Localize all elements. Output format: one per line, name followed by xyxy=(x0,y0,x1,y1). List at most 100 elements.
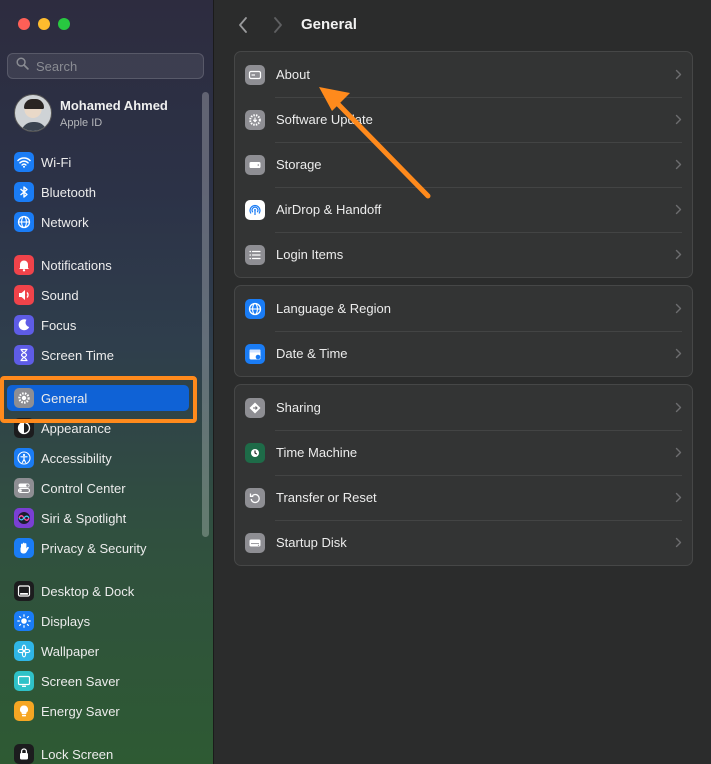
settings-row-airdrop-handoff[interactable]: AirDrop & Handoff xyxy=(235,187,692,232)
chevron-right-icon xyxy=(675,69,682,80)
settings-row-label: Transfer or Reset xyxy=(276,490,377,505)
sidebar-item-appearance[interactable]: Appearance xyxy=(7,415,189,441)
sidebar-item-label: Privacy & Security xyxy=(41,540,147,556)
moon-icon xyxy=(14,315,34,335)
globe-icon xyxy=(245,298,265,319)
gear-icon xyxy=(14,388,34,408)
settings-row-time-machine[interactable]: Time Machine xyxy=(235,430,692,475)
bluetooth-icon xyxy=(14,182,34,202)
chevron-right-icon xyxy=(675,537,682,548)
chevron-right-icon xyxy=(675,447,682,458)
sidebar-item-sound[interactable]: Sound xyxy=(7,282,189,308)
flower-icon xyxy=(14,641,34,661)
forward-button[interactable] xyxy=(270,15,286,35)
reset-icon xyxy=(245,487,265,508)
settings-row-transfer-or-reset[interactable]: Transfer or Reset xyxy=(235,475,692,520)
sidebar-item-accessibility[interactable]: Accessibility xyxy=(7,445,189,471)
settings-row-label: AirDrop & Handoff xyxy=(276,202,382,217)
settings-row-about[interactable]: About xyxy=(235,52,692,97)
sidebar-item-label: Wi-Fi xyxy=(41,154,72,170)
sidebar-item-wi-fi[interactable]: Wi-Fi xyxy=(7,149,189,175)
chevron-right-icon xyxy=(274,17,282,33)
sidebar-item-label: Accessibility xyxy=(41,450,112,466)
sidebar-item-screen-saver[interactable]: Screen Saver xyxy=(7,668,189,694)
main-pane: General About Software Update Storage AirDr… xyxy=(214,0,711,764)
list-icon xyxy=(245,244,265,265)
zoom-window-button[interactable] xyxy=(58,18,70,30)
sidebar-item-label: Energy Saver xyxy=(41,703,120,719)
apple-id-account[interactable]: Mohamed Ahmed Apple ID xyxy=(14,94,168,132)
sidebar-item-label: Network xyxy=(41,214,89,230)
sidebar-item-label: Appearance xyxy=(41,420,112,436)
sidebar: Mohamed Ahmed Apple ID Wi-Fi Bluetooth Net… xyxy=(0,0,214,764)
sidebar-scrollbar[interactable] xyxy=(202,92,209,537)
settings-row-label: About xyxy=(276,67,310,82)
disk-icon xyxy=(245,532,265,553)
search-input[interactable] xyxy=(36,58,196,74)
sidebar-item-bluetooth[interactable]: Bluetooth xyxy=(7,179,189,205)
airdrop-icon xyxy=(245,199,265,220)
settings-row-label: Time Machine xyxy=(276,445,358,460)
sidebar-item-general[interactable]: General xyxy=(7,385,189,411)
hourglass-icon xyxy=(14,345,34,365)
hand-icon xyxy=(14,538,34,558)
avatar xyxy=(14,94,52,132)
bulb-icon xyxy=(14,701,34,721)
back-button[interactable] xyxy=(235,15,251,35)
chevron-right-icon xyxy=(675,114,682,125)
screensaver-icon xyxy=(14,671,34,691)
settings-row-sharing[interactable]: Sharing xyxy=(235,385,692,430)
sidebar-item-privacy-security[interactable]: Privacy & Security xyxy=(7,535,189,561)
settings-row-label: Startup Disk xyxy=(276,535,347,550)
sidebar-item-label: Desktop & Dock xyxy=(41,583,135,599)
sidebar-item-label: General xyxy=(41,390,88,406)
sidebar-item-label: Displays xyxy=(41,613,91,629)
sidebar-item-label: Screen Time xyxy=(41,347,114,363)
bell-icon xyxy=(14,255,34,275)
sidebar-item-desktop-dock[interactable]: Desktop & Dock xyxy=(7,578,189,604)
minimize-window-button[interactable] xyxy=(38,18,50,30)
settings-row-label: Storage xyxy=(276,157,322,172)
settings-row-label: Language & Region xyxy=(276,301,391,316)
settings-group-sharing: Sharing Time Machine Transfer or Reset Star… xyxy=(234,384,693,566)
time-machine-icon xyxy=(245,442,265,463)
settings-row-label: Login Items xyxy=(276,247,344,262)
sidebar-item-notifications[interactable]: Notifications xyxy=(7,252,189,278)
close-window-button[interactable] xyxy=(18,18,30,30)
sidebar-item-network[interactable]: Network xyxy=(7,209,189,235)
sidebar-item-lock-screen[interactable]: Lock Screen xyxy=(7,741,189,764)
toggles-icon xyxy=(14,478,34,498)
sidebar-item-displays[interactable]: Displays xyxy=(7,608,189,634)
page-title: General xyxy=(301,16,357,33)
settings-row-startup-disk[interactable]: Startup Disk xyxy=(235,520,692,565)
chevron-right-icon xyxy=(675,492,682,503)
sidebar-item-label: Screen Saver xyxy=(41,673,120,689)
speaker-icon xyxy=(14,285,34,305)
search-field[interactable] xyxy=(7,53,204,79)
chevron-right-icon xyxy=(675,303,682,314)
lock-icon xyxy=(14,744,34,764)
siri-icon xyxy=(14,508,34,528)
dock-icon xyxy=(14,581,34,601)
sidebar-item-control-center[interactable]: Control Center xyxy=(7,475,189,501)
sidebar-item-wallpaper[interactable]: Wallpaper xyxy=(7,638,189,664)
toolbar: General xyxy=(214,0,711,50)
sidebar-item-focus[interactable]: Focus xyxy=(7,312,189,338)
sharing-icon xyxy=(245,397,265,418)
sidebar-item-siri-spotlight[interactable]: Siri & Spotlight xyxy=(7,505,189,531)
settings-row-software-update[interactable]: Software Update xyxy=(235,97,692,142)
settings-row-login-items[interactable]: Login Items xyxy=(235,232,692,277)
sun-icon xyxy=(14,611,34,631)
accessibility-icon xyxy=(14,448,34,468)
settings-row-date-time[interactable]: Date & Time xyxy=(235,331,692,376)
sidebar-item-label: Notifications xyxy=(41,257,112,273)
sidebar-item-energy-saver[interactable]: Energy Saver xyxy=(7,698,189,724)
storage-icon xyxy=(245,154,265,175)
settings-group-locale: Language & Region Date & Time xyxy=(234,285,693,377)
sidebar-item-screen-time[interactable]: Screen Time xyxy=(7,342,189,368)
settings-row-storage[interactable]: Storage xyxy=(235,142,692,187)
chevron-right-icon xyxy=(675,249,682,260)
wifi-icon xyxy=(14,152,34,172)
settings-row-language-region[interactable]: Language & Region xyxy=(235,286,692,331)
appearance-icon xyxy=(14,418,34,438)
